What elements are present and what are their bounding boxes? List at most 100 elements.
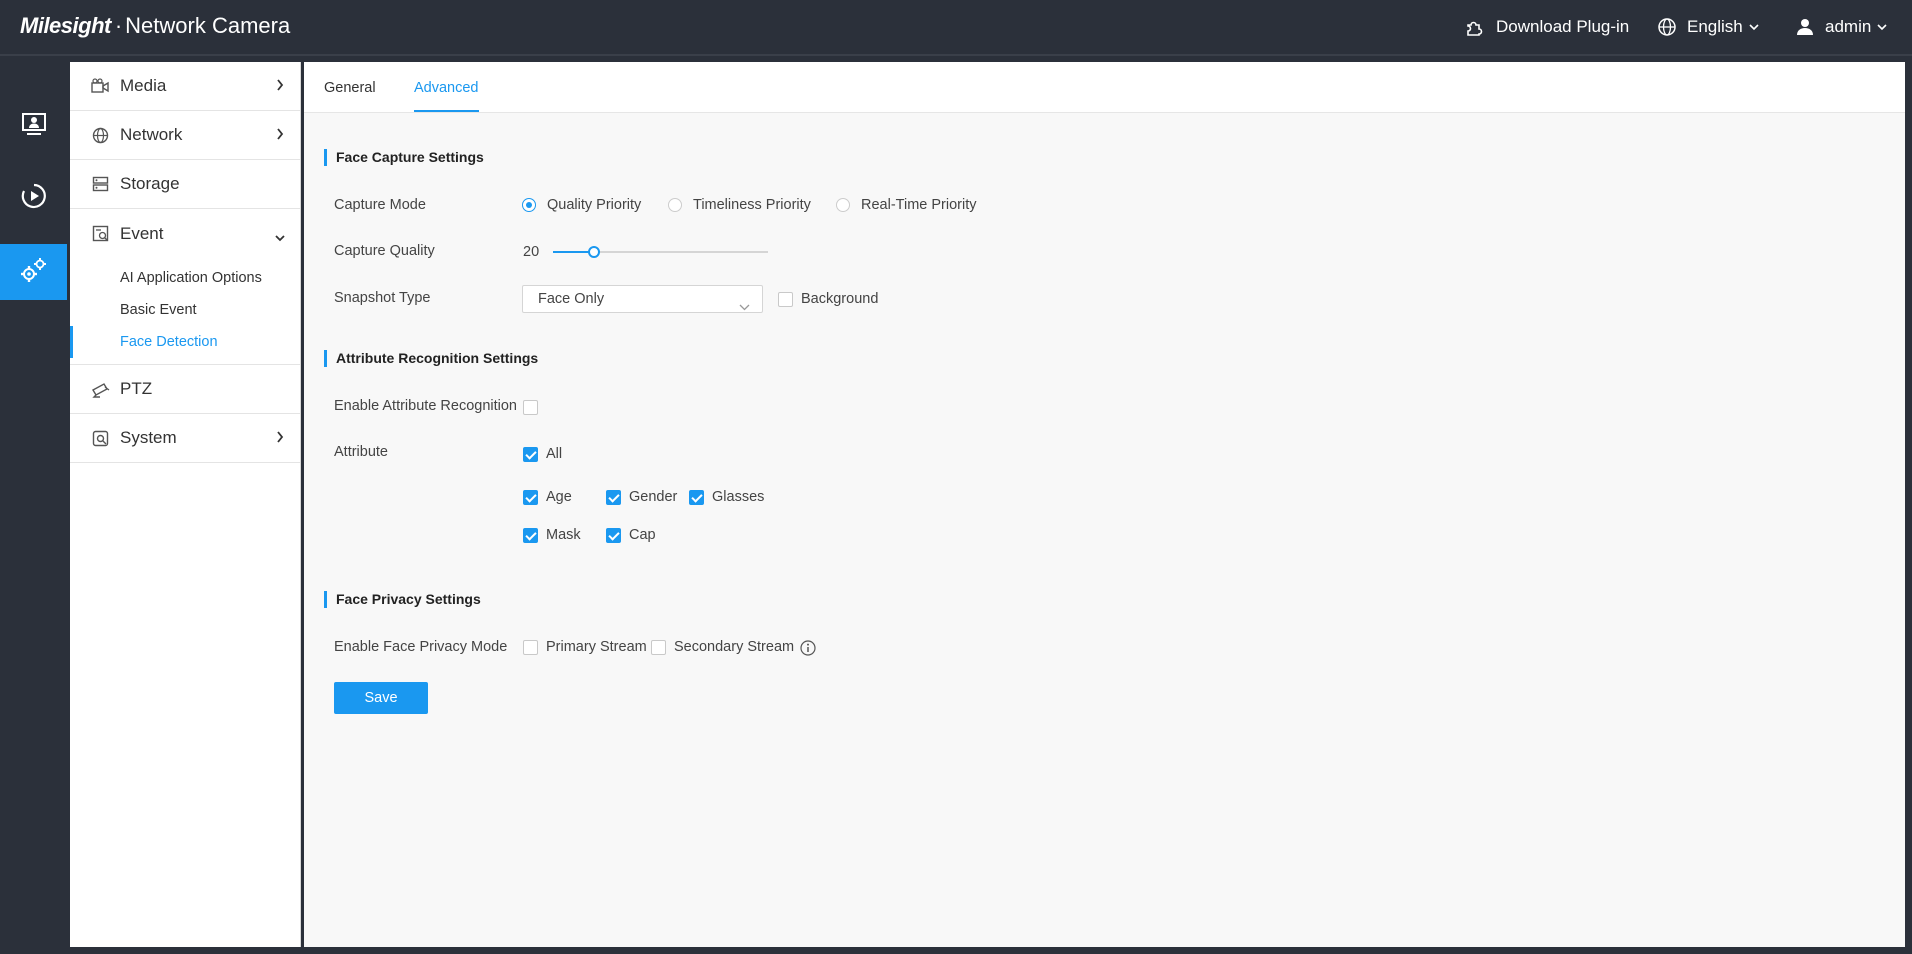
checkbox-label: Secondary Stream [674,639,795,655]
capture-quality-label: Capture Quality [334,243,435,259]
sidebar-subitem-ai-options[interactable]: AI Application Options [70,262,300,294]
download-plugin-label: Download Plug-in [1496,17,1630,36]
attribute-gender-checkbox[interactable]: Gender [606,489,677,505]
tab-bar: General Advanced [304,62,1905,113]
capture-quality-value: 20 [523,244,540,260]
attribute-age-checkbox[interactable]: Age [523,489,572,505]
settings-sidebar: Media Network Storage Event AI Applicati… [70,62,301,947]
checkbox-label: Gender [629,489,678,505]
sidebar-item-label: Event [120,223,164,243]
checkbox-box [523,446,538,462]
checkbox-box [523,489,538,505]
tab-general[interactable]: General [324,80,376,110]
globe-icon [90,125,110,145]
attribute-all-checkbox[interactable]: All [523,446,562,462]
monitor-person-icon [21,112,47,141]
checkbox-box [651,639,666,655]
attribute-label: Attribute [334,444,388,460]
snapshot-type-value: Face Only [538,291,605,307]
sidebar-item-label: Media [120,76,167,95]
privacy-section-title: Face Privacy Settings [324,591,481,608]
snapshot-type-select[interactable]: Face Only [522,285,763,313]
attribute-section-title: Attribute Recognition Settings [324,350,538,367]
gears-icon [19,255,49,290]
chevron-down-icon [739,294,750,320]
capture-quality-slider[interactable] [553,245,768,259]
chevron-right-icon [276,126,284,146]
radio-circle [836,198,850,212]
slider-thumb[interactable] [588,246,600,258]
sidebar-item-storage[interactable]: Storage [70,160,300,209]
sidebar-subitem-basic-event[interactable]: Basic Event [70,294,300,326]
radio-circle [522,198,536,212]
chevron-right-icon [276,429,284,449]
top-bar: Milesight · Network Camera Download Plug… [0,0,1912,56]
radio-timeliness-priority[interactable]: Timeliness Priority [668,197,811,213]
sidebar-item-event[interactable]: Event [70,209,300,258]
user-label: admin [1825,17,1872,36]
sidebar-item-label: Network [120,125,183,144]
sidebar-item-media[interactable]: Media [70,62,300,111]
info-icon[interactable] [800,640,816,661]
radio-circle [668,198,682,212]
user-menu[interactable]: admin [1796,17,1887,37]
radio-quality-priority[interactable]: Quality Priority [522,197,641,213]
checkbox-label: Mask [546,527,581,543]
event-icon [90,224,110,244]
main-content: General Advanced Face Capture Settings C… [304,62,1905,947]
background-checkbox[interactable]: Background [778,291,878,307]
checkbox-label: Primary Stream [546,639,647,655]
attribute-cap-checkbox[interactable]: Cap [606,527,656,543]
enable-attribute-checkbox[interactable] [523,400,546,415]
brand-product: Network Camera [125,13,291,38]
chevron-right-icon [276,77,284,97]
sidebar-item-label: PTZ [120,379,153,398]
brand: Milesight · Network Camera [20,13,290,39]
radio-realtime-priority[interactable]: Real-Time Priority [836,197,976,213]
tab-advanced[interactable]: Advanced [414,80,479,112]
radio-label: Quality Priority [547,197,642,213]
checkbox-label: Background [801,291,879,307]
chevron-down-icon [1877,23,1887,31]
event-submenu: AI Application Options Basic Event Face … [70,258,300,365]
play-circle-icon [21,183,47,214]
rail-settings[interactable] [0,244,67,300]
language-dropdown[interactable]: English [1657,17,1759,37]
capture-mode-label: Capture Mode [334,197,426,213]
globe-icon [1657,17,1677,37]
system-icon [90,428,110,448]
checkbox-box [523,639,538,655]
checkbox-box [606,527,621,543]
user-icon [1796,18,1814,36]
attribute-mask-checkbox[interactable]: Mask [523,527,581,543]
sidebar-item-ptz[interactable]: PTZ [70,365,300,414]
checkbox-box [689,489,704,505]
checkbox-label: All [546,446,563,462]
chevron-down-icon [1749,23,1759,31]
brand-separator: · [114,13,123,38]
sidebar-item-label: System [120,428,177,447]
download-plugin-button[interactable]: Download Plug-in [1465,17,1629,37]
radio-label: Real-Time Priority [861,197,977,213]
sidebar-subitem-face-detection[interactable]: Face Detection [70,326,300,358]
sidebar-item-network[interactable]: Network [70,111,300,160]
enable-privacy-label: Enable Face Privacy Mode [334,639,508,655]
language-label: English [1687,17,1743,36]
radio-label: Timeliness Priority [693,197,811,213]
sidebar-item-system[interactable]: System [70,414,300,463]
ptz-camera-icon [90,379,110,399]
attribute-glasses-checkbox[interactable]: Glasses [689,489,764,505]
checkbox-box [778,291,793,307]
save-button[interactable]: Save [334,682,428,714]
primary-stream-checkbox[interactable]: Primary Stream [523,639,647,655]
checkbox-label: Cap [629,527,656,543]
secondary-stream-checkbox[interactable]: Secondary Stream [651,639,794,655]
icon-rail [0,58,67,954]
rail-playback[interactable] [0,170,67,226]
checkbox-label: Glasses [712,489,765,505]
chevron-down-icon [274,227,286,247]
storage-icon [90,174,110,194]
checkbox-box [606,489,621,505]
checkbox-box [523,527,538,543]
rail-live-view[interactable] [0,98,67,154]
